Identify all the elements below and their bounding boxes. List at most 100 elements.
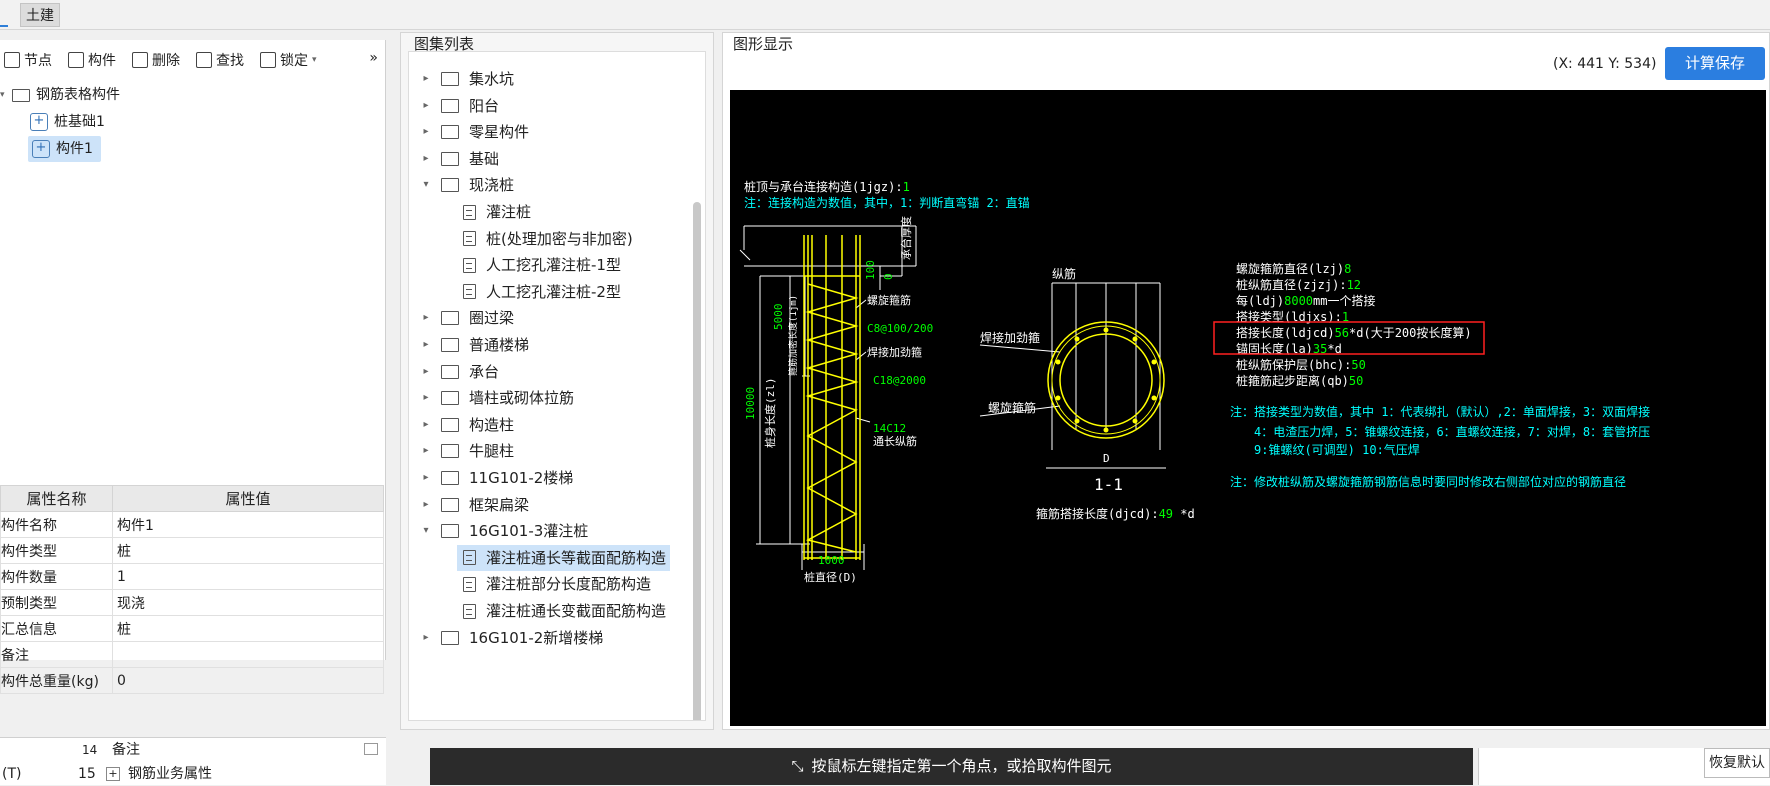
atlas-item-label: 圈过梁 [469,309,515,328]
checkbox[interactable] [364,743,378,755]
atlas-item-label: 墙柱或砌体拉筋 [469,389,575,408]
chevron-right-icon[interactable]: ▸ [419,93,433,119]
atlas-folder[interactable]: ▸ 圈过梁 [419,305,514,331]
chevron-down-icon[interactable]: ▾ [419,172,433,198]
atlas-item[interactable]: 灌注桩通长变截面配筋构造 [457,598,670,624]
expand-icon[interactable]: + [106,767,120,781]
chevron-right-icon[interactable]: ▸ [419,438,433,464]
lap-length-value: 49 [1159,507,1173,521]
component-toolbar: 节点 构件 删除 查找 锁定 ▾ » [0,40,386,80]
prop-row[interactable]: 构件数量 1 [0,563,384,590]
atlas-folder[interactable]: ▸ 牛腿柱 [419,438,514,464]
atlas-folder[interactable]: ▸ 集水坑 [419,66,514,92]
atlas-folder[interactable]: ▸ 16G101-2新增楼梯 [419,625,603,651]
prop-row[interactable]: 预制类型 现浇 [0,589,384,616]
long-bar-label: 通长纵筋 [873,434,917,448]
svg-text:9:锥螺纹(可调型) 10:气压焊: 9:锥螺纹(可调型) 10:气压焊 [1254,442,1420,457]
folder-icon [441,630,459,645]
atlas-folder[interactable]: ▸ 承台 [419,359,499,385]
collapse-icon[interactable]: ▾ [0,82,6,108]
atlas-item[interactable]: 灌注桩部分长度配筋构造 [457,571,655,597]
atlas-item[interactable]: 桩(处理加密与非加密) [457,226,637,252]
pile-length: 10000 [744,387,757,420]
chevron-right-icon[interactable]: ▸ [419,119,433,145]
tab-civil[interactable]: 土建 [20,3,60,27]
svg-text:注：修改桩纵筋及螺旋箍筋钢筋信息时要同时修改右侧部位对应的钢: 注：修改桩纵筋及螺旋箍筋钢筋信息时要同时修改右侧部位对应的钢筋直径 [1230,474,1626,489]
restore-default-button[interactable]: 恢复默认 [1704,748,1770,778]
chevron-right-icon[interactable]: ▸ [419,66,433,92]
atlas-item[interactable]: 灌注桩通长等截面配筋构造 [457,544,671,571]
list-row[interactable]: 14 备注 [0,738,386,762]
component-button[interactable]: 构件 [68,50,116,70]
connection-label: 桩顶与承台连接构造(1jgz): [744,179,903,194]
prop-row[interactable]: 构件类型桩 [0,537,384,564]
atlas-folder[interactable]: ▸ 基础 [419,146,499,172]
chevron-down-icon[interactable]: ▾ [419,518,433,544]
chevron-right-icon[interactable]: ▸ [419,332,433,358]
atlas-item[interactable]: 人工挖孔灌注桩-2型 [457,279,625,305]
atlas-item-label: 桩(处理加密与非加密) [486,229,633,248]
component-node-icon: + [30,113,48,131]
prop-row[interactable]: 备注 [0,641,384,668]
chevron-right-icon[interactable]: ▸ [419,359,433,385]
tree-item-selected[interactable]: + 构件1 [28,136,101,162]
tab-active[interactable] [0,3,8,27]
chevron-right-icon[interactable]: ▸ [419,305,433,331]
cad-canvas[interactable]: 桩顶与承台连接构造(1jgz):1 注：连接构造为数值，其中，1：判断直弯锚 2… [730,90,1766,726]
chevron-right-icon[interactable]: ▸ [419,385,433,411]
section-long-label: 纵筋 [1052,266,1076,281]
tree-item[interactable]: + 桩基础1 [30,109,105,135]
toolbar-overflow-button[interactable]: » [369,50,378,66]
prop-row[interactable]: 构件名称 构件1 [0,511,384,538]
connection-note: 注：连接构造为数值，其中，1：判断直弯锚 2：直锚 [744,195,1030,210]
atlas-item[interactable]: 灌注桩 [457,199,535,225]
atlas-item-label: 人工挖孔灌注桩-2型 [486,282,621,301]
lock-button[interactable]: 锁定 ▾ [260,50,317,70]
crosshair-icon: ⤡ [791,757,804,775]
atlas-item-label: 人工挖孔灌注桩-1型 [486,256,621,275]
lap-length-unit: *d [1173,507,1195,521]
prop-row[interactable]: 构件总重量(kg) 0 [0,667,384,694]
svg-text:每(ldj)8000mm一个搭接: 每(ldj)8000mm一个搭接 [1236,293,1375,308]
document-icon [463,204,476,220]
atlas-folder[interactable]: ▸ 构造柱 [419,412,514,438]
atlas-folder[interactable]: ▸ 11G101-2楼梯 [419,465,573,491]
chevron-down-icon: ▾ [312,55,317,65]
atlas-folder[interactable]: ▸ 框架扁梁 [419,492,529,518]
atlas-item-label: 基础 [469,149,500,168]
spiral-spec: C8@100/200 [867,322,933,335]
atlas-folder[interactable]: ▾ 16G101-3灌注桩 [419,518,588,544]
long-bar-spec: 14C12 [873,422,906,435]
folder-icon [441,151,459,166]
tree-root[interactable]: ▾ 钢筋表格构件 [0,82,120,108]
atlas-item-label: 16G101-3灌注桩 [469,522,589,541]
scrollbar[interactable] [693,202,701,720]
chevron-right-icon[interactable]: ▸ [419,465,433,491]
svg-text:搭接长度(ldjcd)56*d(大于200按长度算): 搭接长度(ldjcd)56*d(大于200按长度算) [1236,325,1472,340]
calculate-save-button[interactable]: 计算保存 [1665,47,1765,80]
atlas-folder[interactable]: ▸ 普通楼梯 [419,332,529,358]
folder-icon [441,311,459,326]
list-row[interactable]: (T) 15 + 钢筋业务属性 [0,762,386,786]
atlas-item-label: 11G101-2楼梯 [469,469,574,487]
attribute-list: 14 备注 (T) 15 + 钢筋业务属性 [0,737,386,785]
chevron-right-icon[interactable]: ▸ [419,492,433,518]
atlas-folder[interactable]: ▸ 零星构件 [419,119,529,145]
atlas-item[interactable]: 人工挖孔灌注桩-1型 [457,252,625,278]
svg-text:注：搭接类型为数值，其中 1：代表绑扎（默认）,2：单面焊接: 注：搭接类型为数值，其中 1：代表绑扎（默认）,2：单面焊接，3：双面焊接 [1230,404,1650,419]
find-button[interactable]: 查找 [196,50,244,70]
atlas-folder[interactable]: ▸ 墙柱或砌体拉筋 [419,385,574,411]
delete-button[interactable]: 删除 [132,50,180,70]
svg-text:4：电渣压力焊，5：锥螺纹连接，6：直螺纹连接，7：对焊，8: 4：电渣压力焊，5：锥螺纹连接，6：直螺纹连接，7：对焊，8：套管挤压 [1254,424,1650,439]
prop-row[interactable]: 汇总信息桩 [0,615,384,642]
dense-length: 5000 [772,304,785,331]
section-spiral-label: 螺旋箍筋 [988,400,1036,415]
chevron-right-icon[interactable]: ▸ [419,412,433,438]
atlas-folder[interactable]: ▸ 阳台 [419,93,499,119]
folder-icon [441,338,459,352]
node-button[interactable]: 节点 [4,50,52,70]
atlas-item-label: 灌注桩通长变截面配筋构造 [486,602,667,620]
atlas-folder[interactable]: ▾ 现浇桩 [419,172,514,198]
chevron-right-icon[interactable]: ▸ [419,625,433,651]
chevron-right-icon[interactable]: ▸ [419,146,433,172]
